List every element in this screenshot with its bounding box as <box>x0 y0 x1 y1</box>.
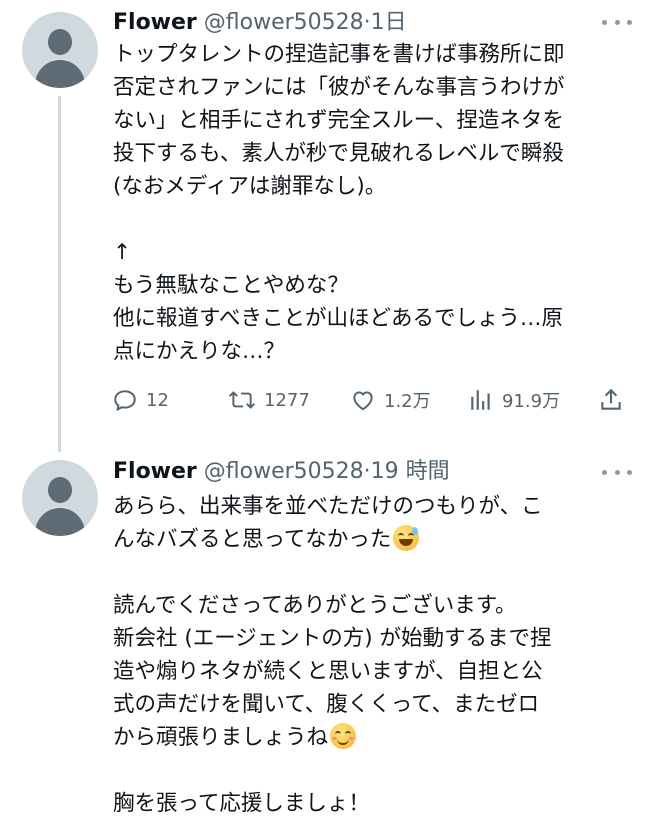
retweet-button[interactable]: 1277 <box>228 382 310 418</box>
avatar[interactable] <box>22 460 98 536</box>
text-line: から頑張りましょうね <box>113 721 633 754</box>
thread-connector-line <box>58 96 61 452</box>
tweet-actions: 12 1277 1.2万 91.9万 <box>108 382 633 418</box>
tweet-header: Flower @flower50528·1日 <box>113 6 610 40</box>
timestamp[interactable]: 1日 <box>371 10 407 35</box>
text-line: ↑ <box>113 240 132 265</box>
tweet-header: Flower @flower50528·19 時間 <box>113 455 610 489</box>
text-line: んなバズると思ってなかった <box>113 523 633 556</box>
like-count: 1.2万 <box>384 391 431 412</box>
like-button[interactable]: 1.2万 <box>350 382 431 418</box>
author-handle[interactable]: @flower50528 <box>204 459 364 484</box>
text-line: 造や煽りネタが続くと思いますが、自担と公 <box>113 659 543 684</box>
avatar-head-shape <box>48 29 72 55</box>
more-options-icon[interactable] <box>602 462 632 482</box>
avatar-body-shape <box>35 508 85 536</box>
text-line: 読んでくださってありがとうございます。 <box>113 593 517 618</box>
author-name[interactable]: Flower <box>113 459 197 484</box>
reply-button[interactable]: 12 <box>112 382 169 418</box>
text-line: 点にかえりな…？ <box>113 339 286 364</box>
reply-count: 12 <box>146 389 169 411</box>
tweet-2[interactable]: Flower @flower50528·19 時間 あらら、出来事を並べただけの… <box>0 440 650 832</box>
text-line: 新会社 (エージェントの方) が始動するまで捏 <box>113 626 552 651</box>
share-button[interactable] <box>598 382 624 418</box>
retweet-arrows-icon <box>228 391 256 409</box>
text-line: 否定されファンには「彼がそんな事言うわけが <box>113 75 565 100</box>
tweet-1[interactable]: Flower @flower50528·1日 トップタレントの捏造記事を書けば事… <box>0 0 650 452</box>
text-line: もう無駄なことやめな？ <box>113 273 349 298</box>
text-line: 胸を張って応援しましょ！ <box>113 791 370 816</box>
text-line: 他に報道すべきことが山ほどあるでしょう…原 <box>113 306 563 331</box>
smiling-blush-emoji-icon <box>330 723 357 749</box>
grinning-sweat-emoji-icon <box>393 525 420 551</box>
avatar-body-shape <box>35 60 85 88</box>
text-line: 投下するも、素人が秒で見破れるレベルで瞬殺 <box>113 141 564 166</box>
retweet-count: 1277 <box>264 389 310 411</box>
heart-icon <box>353 391 373 411</box>
views-count: 91.9万 <box>502 391 561 412</box>
separator-dot: · <box>363 10 371 35</box>
more-options-icon[interactable] <box>602 12 632 32</box>
author-name[interactable]: Flower <box>113 10 197 35</box>
text-line: トップタレントの捏造記事を書けば事務所に即 <box>113 42 565 67</box>
separator-dot: · <box>363 459 371 484</box>
bar-chart-icon <box>471 390 490 410</box>
text-line: 式の声だけを聞いて、腹くくって、またゼロ <box>113 692 540 717</box>
text-line: (なおメディアは謝罪なし)。 <box>113 174 387 199</box>
avatar[interactable] <box>22 12 98 88</box>
text-line: あらら、出来事を並べただけのつもりが、こ <box>113 494 543 519</box>
text-line: ない」と相手にされず完全スルー、捏造ネタを <box>113 108 564 133</box>
tweet-text: トップタレントの捏造記事を書けば事務所に即 否定されファンには「彼がそんな事言う… <box>113 38 633 368</box>
share-upload-icon <box>601 388 621 410</box>
author-handle[interactable]: @flower50528 <box>204 10 364 35</box>
avatar-head-shape <box>48 477 72 503</box>
tweet-text: あらら、出来事を並べただけのつもりが、こ んなバズると思ってなかった 読んでくだ… <box>113 490 633 820</box>
views-button[interactable]: 91.9万 <box>468 382 560 418</box>
speech-bubble-icon <box>114 390 136 411</box>
timestamp[interactable]: 19 時間 <box>371 459 450 484</box>
